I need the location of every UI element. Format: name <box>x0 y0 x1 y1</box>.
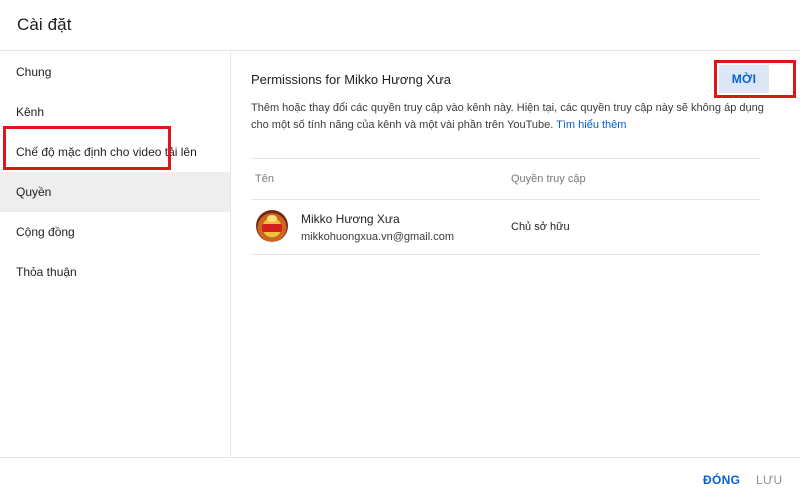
user-email: mikkohuongxua.vn@gmail.com <box>301 231 455 243</box>
save-button[interactable]: LƯU <box>756 473 783 487</box>
sidebar-item-permissions[interactable]: Quyền <box>0 172 230 212</box>
sidebar-item-general[interactable]: Chung <box>0 52 230 92</box>
close-button[interactable]: ĐÓNG <box>703 473 740 487</box>
permissions-table: Tên Quyền truy cập Mikko Hương Xưa mikko… <box>251 158 760 255</box>
sidebar-item-label: Cộng đồng <box>16 225 75 239</box>
permissions-description: Thêm hoặc thay đổi các quyền truy cập và… <box>251 100 766 134</box>
sidebar-item-agreements[interactable]: Thỏa thuận <box>0 252 230 292</box>
user-role: Chủ sở hữu <box>511 221 570 233</box>
sidebar-item-upload-defaults[interactable]: Chế độ mặc định cho video tải lên <box>0 132 230 172</box>
sidebar-item-label: Kênh <box>16 105 45 119</box>
highlight-box-invite: MỜI <box>714 60 796 98</box>
description-text: Thêm hoặc thay đổi các quyền truy cập và… <box>251 102 764 131</box>
table-header: Tên Quyền truy cập <box>251 158 760 200</box>
sidebar-item-label: Thỏa thuận <box>16 265 77 279</box>
dialog-header: Cài đặt <box>0 0 800 51</box>
sidebar-item-community[interactable]: Cộng đồng <box>0 212 230 252</box>
sidebar-item-label: Chung <box>16 65 52 79</box>
learn-more-link[interactable]: Tìm hiểu thêm <box>556 119 626 131</box>
column-header-access: Quyền truy cập <box>511 173 586 185</box>
invite-button[interactable]: MỜI <box>719 65 769 93</box>
sidebar-item-label: Chế độ mặc định cho video tải lên <box>16 145 197 159</box>
column-header-name: Tên <box>255 173 274 185</box>
sidebar-item-channel[interactable]: Kênh <box>0 92 230 132</box>
dialog-footer: ĐÓNG LƯU <box>0 457 800 500</box>
sidebar-item-label: Quyền <box>16 185 52 199</box>
permissions-title: Permissions for Mikko Hương Xưa <box>251 72 452 87</box>
avatar <box>256 210 288 242</box>
permissions-panel: Permissions for Mikko Hương Xưa MỜI Thêm… <box>232 52 800 457</box>
settings-sidebar: Chung Kênh Chế độ mặc định cho video tải… <box>0 52 231 457</box>
table-row: Mikko Hương Xưa mikkohuongxua.vn@gmail.c… <box>251 200 760 255</box>
user-name: Mikko Hương Xưa <box>301 212 400 226</box>
dialog-title: Cài đặt <box>17 15 72 34</box>
